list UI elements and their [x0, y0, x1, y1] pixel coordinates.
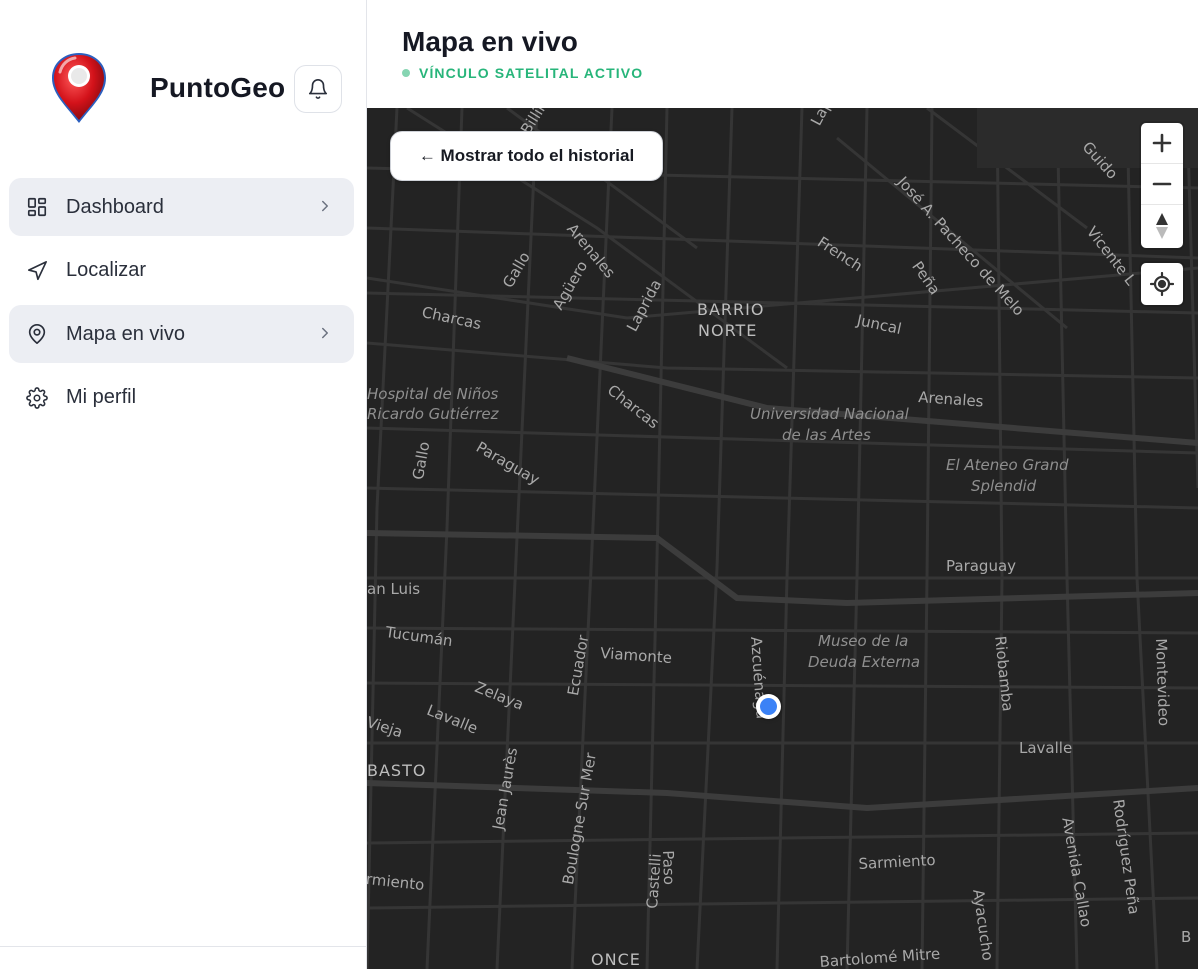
page-title: Mapa en vivo: [402, 26, 578, 57]
map-label: BARRIO: [697, 300, 765, 319]
map-label: ONCE: [591, 950, 641, 969]
status-dot: [402, 69, 410, 77]
brand: PuntoGeo: [0, 0, 367, 170]
zoom-in-button[interactable]: [1141, 123, 1183, 164]
map-label: Ricardo Gutiérrez: [367, 405, 499, 423]
sidebar-item-dashboard[interactable]: Dashboard: [9, 178, 354, 236]
zoom-out-button[interactable]: [1141, 164, 1183, 205]
sidebar-item-label: Mapa en vivo: [66, 322, 185, 345]
map-zoom-controls: [1141, 123, 1183, 248]
map-label: Hospital de Niños: [367, 385, 499, 403]
dashboard-grid-icon: [26, 196, 48, 218]
sidebar-item-mi-perfil[interactable]: Mi perfil: [9, 369, 354, 427]
sidebar-item-label: Dashboard: [66, 195, 164, 218]
sidebar-item-mapa-en-vivo[interactable]: Mapa en vivo: [9, 305, 354, 363]
compass-icon: [1156, 212, 1168, 239]
map-label: El Ateneo Grand: [946, 456, 1069, 474]
notifications-button[interactable]: [294, 65, 342, 113]
plus-icon: [1152, 133, 1172, 153]
locate-me-button[interactable]: [1141, 263, 1183, 305]
map-label: Paso: [659, 850, 679, 886]
current-location-marker[interactable]: [756, 694, 781, 719]
bell-icon: [308, 79, 328, 99]
sidebar-item-label: Localizar: [66, 259, 147, 281]
map-label: Paraguay: [946, 557, 1017, 575]
sidebar-divider: [0, 946, 366, 947]
navigation-arrow-icon: [26, 260, 48, 282]
map-label: BASTO: [367, 761, 427, 780]
map-label: de las Artes: [782, 426, 871, 444]
minus-icon: [1152, 182, 1172, 186]
status-indicator: VÍNCULO SATELITAL ACTIVO: [402, 65, 643, 81]
map-label: B: [1181, 928, 1192, 946]
gear-icon: [26, 386, 48, 409]
live-map[interactable]: Billin Lap Guido José A. Pacheco de Melo…: [367, 108, 1198, 969]
crosshair-icon: [1150, 272, 1174, 296]
map-label: Museo de la: [818, 632, 909, 650]
map-label: Montevideo: [1152, 638, 1174, 727]
map-label: NORTE: [698, 321, 758, 340]
brand-name: PuntoGeo: [150, 72, 286, 103]
map-pin-outline-icon: [26, 323, 48, 345]
sidebar: PuntoGeo Dashboard Localizar Mapa en viv…: [0, 0, 367, 969]
sidebar-item-label: Mi perfil: [66, 386, 137, 408]
status-text: VÍNCULO SATELITAL ACTIVO: [419, 65, 644, 81]
chevron-right-icon: [322, 327, 328, 339]
sidebar-item-localizar[interactable]: Localizar: [9, 242, 354, 300]
map-label: Deuda Externa: [808, 653, 921, 671]
map-label: an Luis: [367, 580, 421, 598]
map-label: Splendid: [971, 477, 1037, 495]
sidebar-nav: Dashboard Localizar Mapa en vivo Mi perf…: [9, 178, 354, 432]
current-location-dot: [760, 698, 777, 715]
chevron-right-icon: [322, 200, 328, 212]
map-pin-icon: [52, 53, 106, 123]
map-label: Universidad Nacional: [750, 405, 909, 423]
map-label: Lavalle: [1019, 739, 1073, 757]
show-history-button[interactable]: ← Mostrar todo el historial: [390, 131, 663, 181]
reset-north-button[interactable]: [1141, 205, 1183, 246]
page-header: Mapa en vivo VÍNCULO SATELITAL ACTIVO: [367, 0, 1200, 108]
